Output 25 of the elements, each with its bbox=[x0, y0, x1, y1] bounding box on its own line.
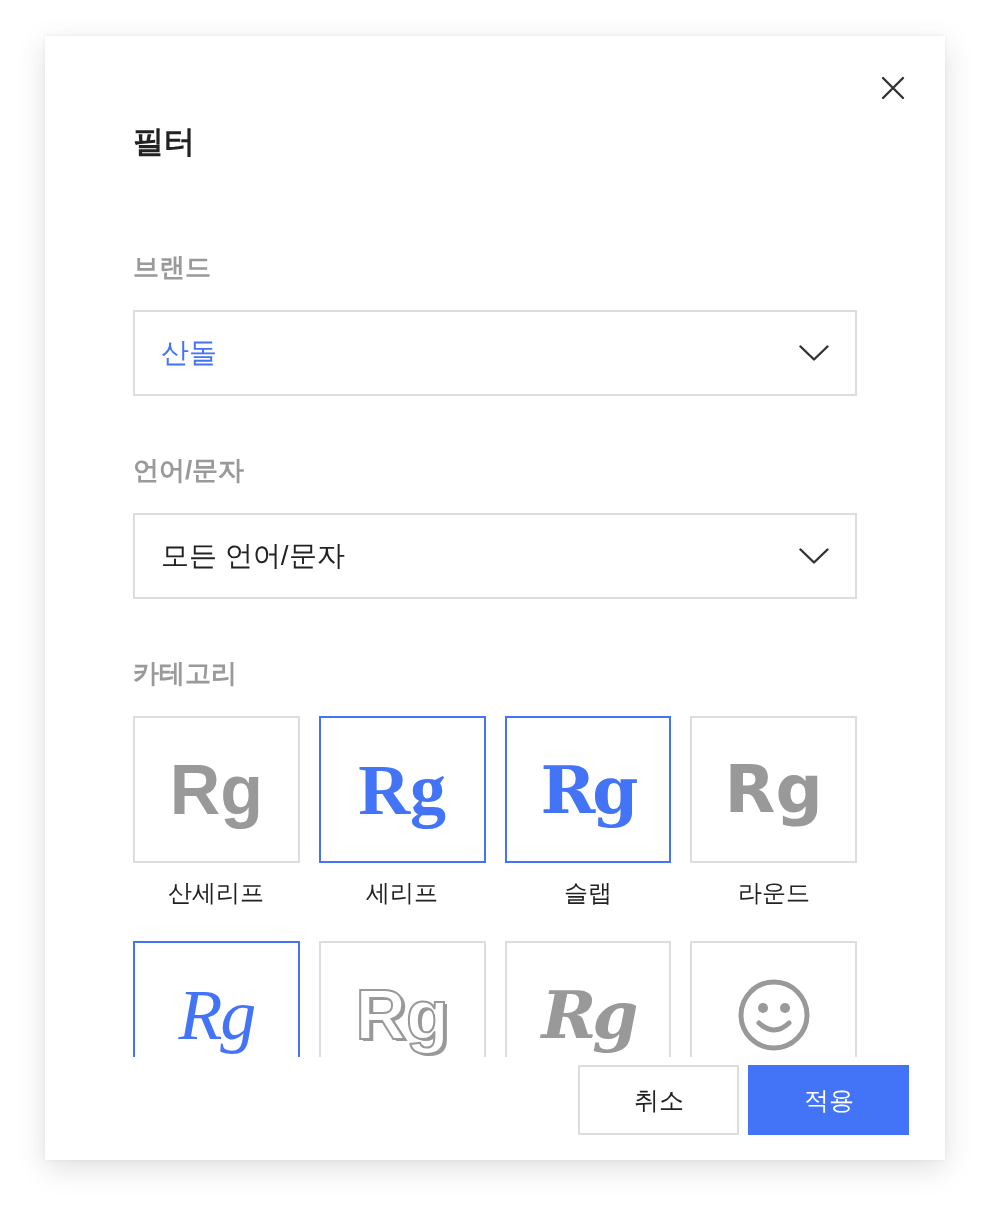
apply-button[interactable]: 적용 bbox=[748, 1065, 909, 1135]
chevron-down-icon bbox=[799, 345, 829, 361]
category-tile[interactable]: Rg bbox=[133, 716, 300, 863]
select-field[interactable]: 모든 언어/문자 bbox=[133, 513, 857, 599]
select-field[interactable]: 산돌 bbox=[133, 310, 857, 396]
category-label: 세리프 bbox=[366, 878, 439, 908]
field-label: 언어/문자 bbox=[133, 454, 245, 487]
category-label: 라운드 bbox=[737, 878, 810, 908]
category-label: 산세리프 bbox=[168, 878, 265, 908]
cancel-button[interactable]: 취소 bbox=[578, 1065, 739, 1135]
dialog-title: 필터 bbox=[133, 123, 195, 161]
close-icon bbox=[881, 76, 905, 100]
category-tile[interactable]: Rg bbox=[318, 941, 486, 1057]
chevron-down-icon bbox=[799, 548, 829, 564]
category-label: 슬랩 bbox=[563, 878, 612, 908]
category-tile[interactable]: Rg bbox=[504, 716, 672, 863]
field-label: 브랜드 bbox=[133, 251, 211, 284]
category-tile[interactable]: Rg bbox=[318, 716, 486, 863]
category-tile[interactable] bbox=[690, 941, 857, 1057]
category-tile[interactable]: Rg bbox=[690, 716, 857, 863]
category-tile[interactable]: Rg bbox=[504, 941, 672, 1057]
smiley-icon bbox=[737, 978, 810, 1051]
category-tile[interactable]: Rg bbox=[133, 941, 300, 1057]
section-label: 카테고리 bbox=[133, 657, 237, 690]
close-button[interactable] bbox=[881, 76, 905, 100]
